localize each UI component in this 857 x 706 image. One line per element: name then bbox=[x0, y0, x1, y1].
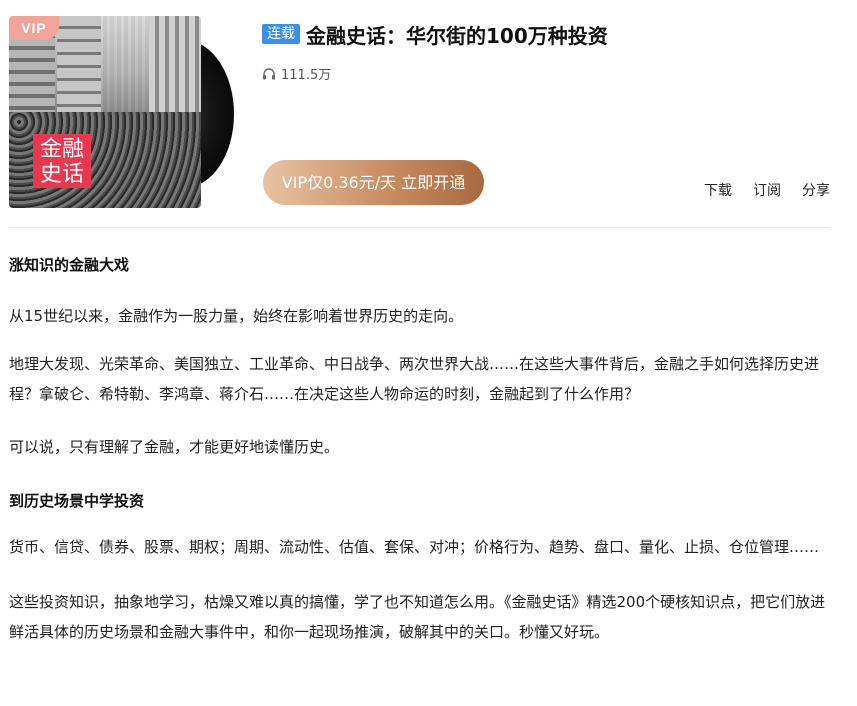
description-paragraph: 货币、信贷、债券、股票、期权；周期、流动性、估值、套保、对冲；价格行为、趋势、盘… bbox=[9, 538, 820, 556]
description-paragraph: 地理大发现、光荣革命、美国独立、工业革命、中日战争、两次世界大战……在这些大事件… bbox=[9, 355, 820, 403]
description-paragraph: 从15世纪以来，金融作为一股力量，始终在影响着世界历史的走向。 bbox=[9, 307, 464, 325]
cover-building-center bbox=[57, 16, 101, 112]
description-paragraph: 这些投资知识，抽象地学习，枯燥又难以真的搞懂，学了也不知道怎么用。《金融史话》精… bbox=[9, 593, 826, 641]
album-logo: 金融 史话 bbox=[33, 134, 91, 188]
subscribe-button[interactable]: 订阅 bbox=[753, 180, 781, 200]
album-title: 金融史话：华尔街的100万种投资 bbox=[306, 23, 608, 48]
album-info: 连载 金融史话：华尔街的100万种投资 111.5万 bbox=[262, 20, 830, 83]
album-page: VIP 金融 史话 连载 金融史话：华尔街的100万种投资 111.5万 VIP… bbox=[0, 0, 857, 706]
logo-line-2: 史话 bbox=[39, 162, 84, 187]
album-description: 涨知识的金融大戏 从15世纪以来，金融作为一股力量，始终在影响着世界历史的走向。… bbox=[9, 228, 830, 647]
section-heading: 到历史场景中学投资 bbox=[9, 492, 145, 510]
share-button[interactable]: 分享 bbox=[802, 180, 830, 200]
serial-tag: 连载 bbox=[262, 24, 300, 44]
album-header: VIP 金融 史话 连载 金融史话：华尔街的100万种投资 111.5万 VIP… bbox=[9, 0, 830, 228]
vip-badge: VIP bbox=[9, 16, 59, 40]
logo-line-1: 金融 bbox=[39, 137, 84, 162]
cover-image: VIP 金融 史话 bbox=[9, 16, 201, 208]
headphones-icon bbox=[263, 67, 275, 79]
album-actions: 下载 订阅 分享 bbox=[683, 180, 830, 200]
vip-subscribe-button[interactable]: VIP仅0.36元/天 立即开通 bbox=[263, 160, 484, 205]
album-cover[interactable]: VIP 金融 史话 bbox=[9, 16, 234, 208]
cover-building-left bbox=[9, 26, 55, 126]
play-count: 111.5万 bbox=[262, 64, 830, 83]
title-row: 连载 金融史话：华尔街的100万种投资 bbox=[262, 20, 830, 48]
play-count-value: 111.5万 bbox=[281, 67, 332, 83]
download-button[interactable]: 下载 bbox=[704, 180, 732, 200]
description-paragraph: 可以说，只有理解了金融，才能更好地读懂历史。 bbox=[9, 438, 340, 456]
section-heading: 涨知识的金融大戏 bbox=[9, 256, 130, 274]
